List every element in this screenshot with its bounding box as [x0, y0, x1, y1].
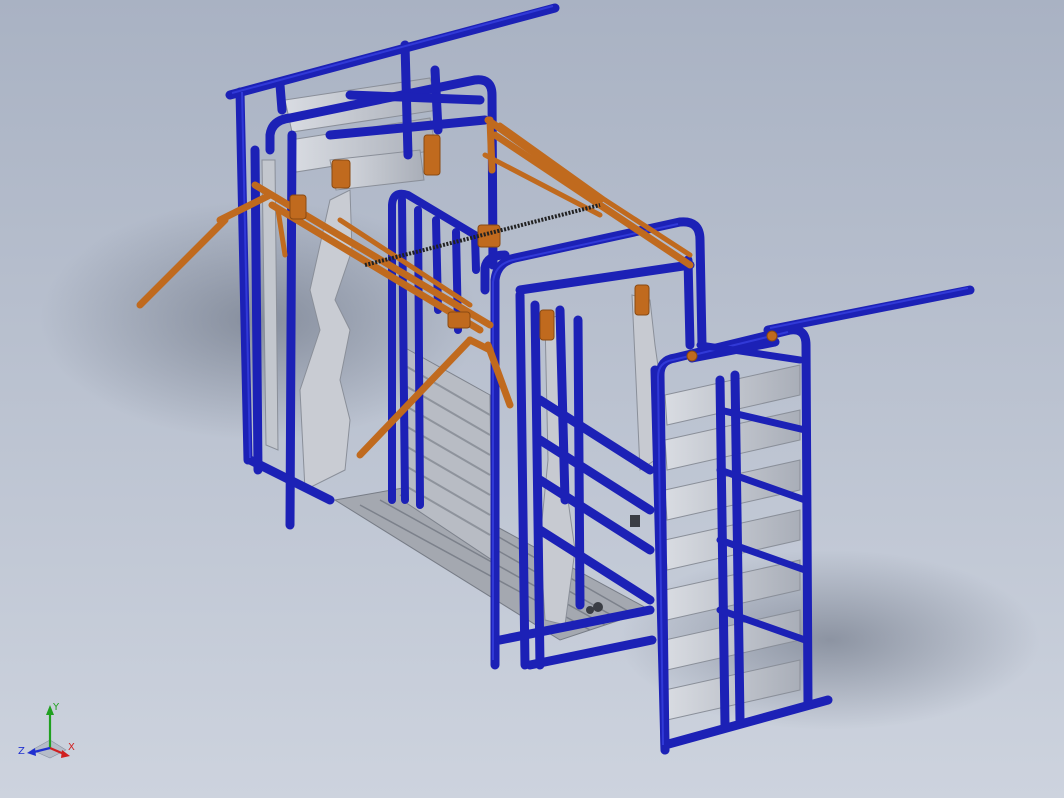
3d-viewport[interactable]: Y X Z — [0, 0, 1064, 798]
z-axis-arrow — [27, 748, 36, 756]
y-axis-label: Y — [52, 702, 60, 713]
orientation-triad: Y X Z — [18, 702, 75, 759]
cattle-crush-model[interactable] — [0, 0, 1064, 798]
x-axis-label: X — [68, 742, 75, 753]
z-axis-label: Z — [18, 746, 25, 757]
